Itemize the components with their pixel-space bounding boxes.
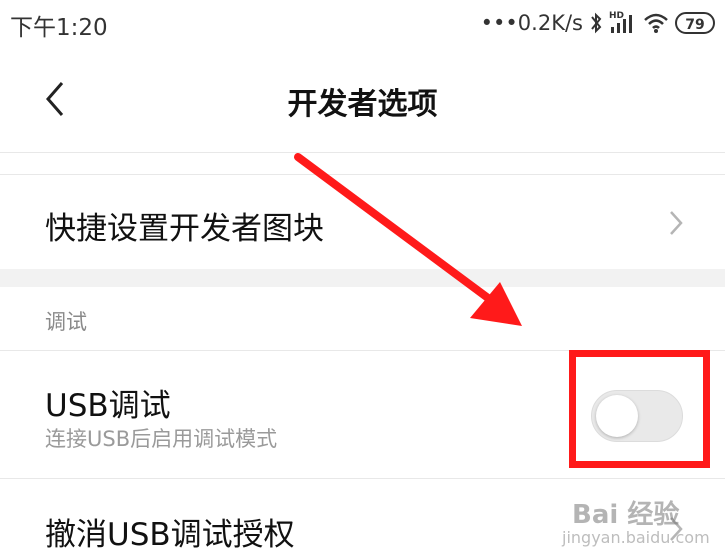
watermark-brand: Bai 经验: [572, 500, 680, 530]
section-separator: [0, 269, 725, 287]
page-title: 开发者选项: [287, 87, 438, 122]
signal-icon: HD: [609, 11, 637, 35]
section-label-debug: 调试: [45, 310, 87, 334]
annotation-highlight-box: [569, 350, 710, 468]
divider: [0, 152, 725, 153]
bluetooth-icon: [591, 12, 602, 34]
status-bar: 下午1:20 •••0.2K/s HD 79: [0, 0, 725, 46]
quick-tiles-row[interactable]: 快捷设置开发者图块: [0, 175, 725, 269]
wifi-icon: [644, 13, 668, 33]
usb-debugging-description: 连接USB后启用调试模式: [45, 427, 278, 451]
network-speed: •••0.2K/s: [480, 11, 583, 35]
baidu-watermark: Bai 经验 jingyan.baidu.com: [540, 494, 720, 554]
status-time: 下午1:20: [10, 15, 108, 41]
revoke-usb-authorization-label: 撤消USB调试授权: [45, 517, 295, 553]
status-icons: •••0.2K/s HD 79: [481, 7, 715, 39]
watermark-url: jingyan.baidu.com: [562, 528, 710, 547]
battery-icon: 79: [675, 12, 715, 34]
usb-debugging-label: USB调试: [45, 388, 171, 424]
quick-tiles-label: 快捷设置开发者图块: [45, 211, 324, 247]
chevron-right-icon: [670, 211, 683, 235]
app-header: 开发者选项: [0, 46, 725, 154]
